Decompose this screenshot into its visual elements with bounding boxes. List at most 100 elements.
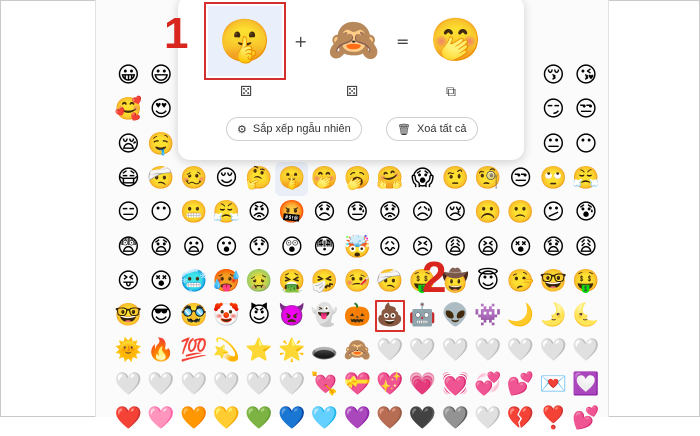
emoji-cell[interactable]: 🤍 bbox=[275, 368, 308, 402]
emoji-cell[interactable]: 💕 bbox=[504, 368, 537, 402]
emoji-cell[interactable]: 😫 bbox=[472, 230, 505, 264]
emoji-cell[interactable]: 😱 bbox=[406, 162, 439, 196]
emoji-cell[interactable]: 💖 bbox=[374, 368, 407, 402]
emoji-cell[interactable]: 🧐 bbox=[472, 162, 505, 196]
emoji-cell[interactable]: 💟 bbox=[570, 368, 603, 402]
emoji-cell[interactable]: 💩 bbox=[374, 299, 407, 333]
emoji-cell[interactable]: ☹️ bbox=[472, 196, 505, 230]
emoji-cell[interactable]: 💕 bbox=[570, 402, 603, 436]
copy-icon[interactable]: ⧉ bbox=[446, 84, 456, 100]
emoji-cell[interactable]: 😟 bbox=[374, 196, 407, 230]
emoji-cell[interactable]: 🖤 bbox=[406, 402, 439, 436]
emoji-cell[interactable]: 🧡 bbox=[177, 402, 210, 436]
emoji-cell[interactable]: ⭐ bbox=[243, 333, 276, 367]
emoji-cell[interactable]: 😝 bbox=[112, 265, 145, 299]
emoji-cell[interactable]: 👻 bbox=[308, 299, 341, 333]
emoji-cell[interactable]: 😵 bbox=[145, 265, 178, 299]
emoji-cell[interactable]: 🙁 bbox=[504, 196, 537, 230]
emoji-cell[interactable]: 💔 bbox=[504, 402, 537, 436]
emoji-cell[interactable]: 🤢 bbox=[243, 265, 276, 299]
emoji-cell[interactable]: 💫 bbox=[210, 333, 243, 367]
emoji-cell[interactable]: 🕳️ bbox=[308, 333, 341, 367]
emoji-cell[interactable]: 😡 bbox=[243, 196, 276, 230]
emoji-cell[interactable]: 🌜 bbox=[570, 299, 603, 333]
emoji-cell[interactable]: 💞 bbox=[472, 368, 505, 402]
emoji-cell[interactable]: 🤎 bbox=[374, 402, 407, 436]
emoji-cell[interactable]: 💝 bbox=[341, 368, 374, 402]
emoji-cell[interactable]: 🤒 bbox=[341, 265, 374, 299]
emoji-cell[interactable]: 😌 bbox=[210, 162, 243, 196]
emoji-cell[interactable]: 🤯 bbox=[341, 230, 374, 264]
emoji-cell[interactable]: 🩷 bbox=[145, 402, 178, 436]
emoji-cell[interactable]: 😮 bbox=[210, 230, 243, 264]
randomize-middle-dice-icon[interactable]: ⚄ bbox=[346, 84, 358, 100]
middle-emoji-slot[interactable]: 🙈 bbox=[324, 10, 384, 70]
emoji-cell[interactable]: 😒 bbox=[570, 93, 603, 127]
emoji-cell[interactable]: 😧 bbox=[537, 230, 570, 264]
emoji-cell[interactable]: 😰 bbox=[570, 196, 603, 230]
emoji-cell[interactable]: 🤍 bbox=[570, 333, 603, 367]
emoji-cell[interactable]: 🤤 bbox=[145, 128, 178, 162]
emoji-cell[interactable]: 😀 bbox=[112, 59, 145, 93]
emoji-cell[interactable]: 😇 bbox=[472, 265, 505, 299]
emoji-cell[interactable]: 💚 bbox=[243, 402, 276, 436]
emoji-cell[interactable]: 😖 bbox=[374, 230, 407, 264]
emoji-cell[interactable]: 😤 bbox=[210, 196, 243, 230]
emoji-cell[interactable]: 🤍 bbox=[243, 368, 276, 402]
emoji-cell[interactable]: 🌞 bbox=[112, 333, 145, 367]
emoji-cell[interactable]: 😨 bbox=[112, 230, 145, 264]
emoji-cell[interactable]: 🤍 bbox=[472, 402, 505, 436]
emoji-cell[interactable]: 😵 bbox=[504, 230, 537, 264]
emoji-cell[interactable]: 🤍 bbox=[145, 368, 178, 402]
random-shuffle-button[interactable]: ⚙ Sắp xếp ngẫu nhiên bbox=[226, 117, 362, 141]
emoji-cell[interactable]: 🤥 bbox=[504, 265, 537, 299]
emoji-cell[interactable]: 🤖 bbox=[406, 299, 439, 333]
emoji-cell[interactable]: 🤫 bbox=[275, 161, 309, 197]
emoji-cell[interactable]: 💘 bbox=[308, 368, 341, 402]
emoji-cell[interactable]: 😃 bbox=[145, 59, 178, 93]
emoji-cell[interactable]: 🤨 bbox=[439, 162, 472, 196]
clear-all-button[interactable]: 🗑 Xoá tất cả bbox=[386, 117, 478, 141]
emoji-cell[interactable]: 🎃 bbox=[341, 299, 374, 333]
emoji-cell[interactable]: 😐 bbox=[537, 128, 570, 162]
emoji-cell[interactable]: 😳 bbox=[308, 230, 341, 264]
emoji-cell[interactable]: 💜 bbox=[341, 402, 374, 436]
emoji-cell[interactable]: 🤍 bbox=[374, 333, 407, 367]
emoji-cell[interactable]: 💗 bbox=[406, 368, 439, 402]
emoji-cell[interactable]: 😪 bbox=[112, 128, 145, 162]
result-emoji[interactable]: 🤭 bbox=[426, 10, 486, 70]
emoji-cell[interactable]: 🤍 bbox=[406, 333, 439, 367]
emoji-cell[interactable]: 👿 bbox=[275, 299, 308, 333]
emoji-cell[interactable]: 🤔 bbox=[243, 162, 276, 196]
emoji-cell[interactable]: 🥵 bbox=[210, 265, 243, 299]
emoji-cell[interactable]: 😓 bbox=[341, 196, 374, 230]
emoji-cell[interactable]: 😑 bbox=[112, 196, 145, 230]
emoji-cell[interactable]: 🤓 bbox=[112, 299, 145, 333]
emoji-cell[interactable]: 😒 bbox=[504, 162, 537, 196]
emoji-cell[interactable]: 😈 bbox=[243, 299, 276, 333]
emoji-cell[interactable]: 😩 bbox=[570, 230, 603, 264]
emoji-cell[interactable]: ❣️ bbox=[537, 402, 570, 436]
emoji-cell[interactable]: 🥱 bbox=[341, 162, 374, 196]
emoji-cell[interactable]: 🌟 bbox=[275, 333, 308, 367]
emoji-cell[interactable]: 🌛 bbox=[537, 299, 570, 333]
emoji-cell[interactable]: 🤓 bbox=[537, 265, 570, 299]
emoji-cell[interactable]: 👽 bbox=[439, 299, 472, 333]
emoji-cell[interactable]: 🥴 bbox=[177, 162, 210, 196]
emoji-cell[interactable]: 😯 bbox=[243, 230, 276, 264]
emoji-cell[interactable]: 🥸 bbox=[177, 299, 210, 333]
emoji-cell[interactable]: 🤮 bbox=[275, 265, 308, 299]
emoji-cell[interactable]: 🩵 bbox=[308, 402, 341, 436]
emoji-cell[interactable]: 🤕 bbox=[374, 265, 407, 299]
emoji-cell[interactable]: 🩶 bbox=[439, 402, 472, 436]
emoji-cell[interactable]: 😍 bbox=[145, 93, 178, 127]
emoji-cell[interactable]: 🙈 bbox=[341, 333, 374, 367]
emoji-cell[interactable]: 🤍 bbox=[112, 368, 145, 402]
emoji-cell[interactable]: 🤬 bbox=[275, 196, 308, 230]
emoji-cell[interactable]: 🤍 bbox=[472, 333, 505, 367]
emoji-cell[interactable]: ❤️ bbox=[112, 402, 145, 436]
emoji-cell[interactable]: 🔥 bbox=[145, 333, 178, 367]
randomize-left-dice-icon[interactable]: ⚄ bbox=[240, 84, 252, 100]
emoji-cell[interactable]: 😘 bbox=[570, 59, 603, 93]
emoji-cell[interactable]: 😢 bbox=[439, 196, 472, 230]
